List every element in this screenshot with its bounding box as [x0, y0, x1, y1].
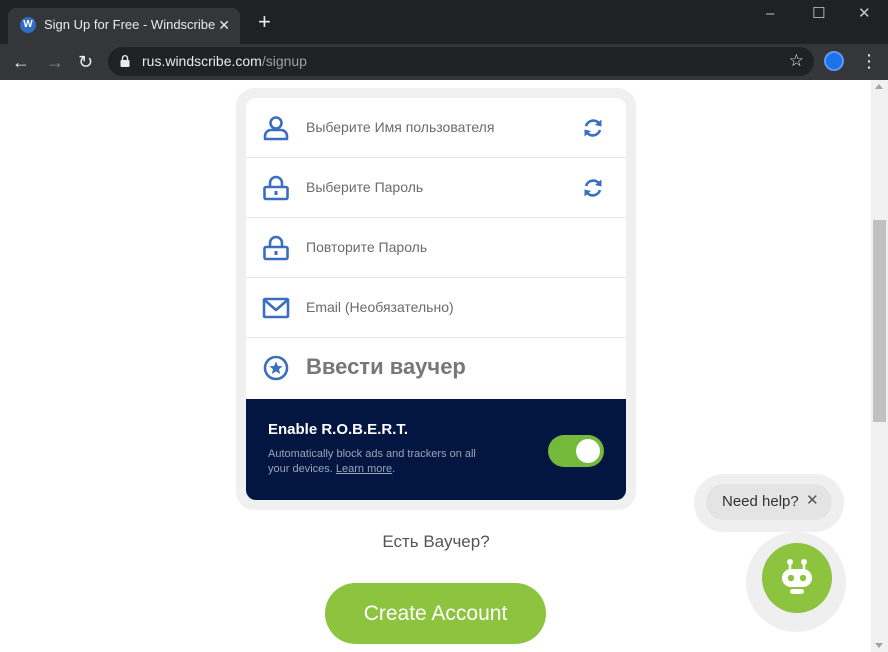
email-placeholder: Email (Необязательно): [306, 299, 454, 315]
browser-toolbar: ← → ↻ rus.windscribe.com/signup ☆ ⋮: [0, 44, 888, 80]
tab-close-icon[interactable]: ✕: [218, 17, 230, 33]
lock-icon: [263, 235, 289, 261]
address-bar[interactable]: rus.windscribe.com/signup ☆: [108, 47, 814, 76]
help-bubble[interactable]: Need help? ✕: [706, 484, 832, 520]
close-window-button[interactable]: ✕: [858, 4, 871, 24]
lock-icon: [263, 175, 289, 201]
create-account-button[interactable]: Create Account: [325, 583, 546, 644]
forward-button[interactable]: →: [46, 50, 64, 74]
robert-toggle[interactable]: [548, 435, 604, 467]
page-scrollbar[interactable]: [871, 80, 888, 652]
bookmark-star-icon[interactable]: ☆: [789, 51, 804, 71]
scroll-up-arrow-icon[interactable]: [875, 84, 883, 89]
browser-menu-icon[interactable]: ⋮: [860, 50, 878, 72]
robert-title: Enable R.O.B.E.R.T.: [268, 421, 409, 438]
padlock-icon: [120, 55, 130, 67]
help-text: Need help?: [722, 493, 799, 510]
url-host: rus.windscribe.com: [142, 53, 262, 69]
scroll-down-arrow-icon[interactable]: [875, 643, 883, 648]
chat-bot-button[interactable]: [762, 543, 832, 613]
help-close-icon[interactable]: ✕: [806, 492, 819, 510]
scrollbar-thumb[interactable]: [873, 220, 886, 422]
windscribe-favicon-icon: W: [20, 17, 36, 33]
maximize-button[interactable]: ☐: [812, 4, 825, 24]
password-field[interactable]: Выберите Пароль: [246, 158, 626, 218]
voucher-field[interactable]: Ввести ваучер: [246, 338, 626, 398]
repeat-password-field[interactable]: Повторите Пароль: [246, 218, 626, 278]
learn-more-link[interactable]: Learn more: [336, 463, 392, 475]
extension-icon[interactable]: [824, 51, 844, 71]
star-circle-icon: [263, 355, 289, 381]
new-tab-button[interactable]: +: [258, 10, 271, 34]
url-path: /signup: [261, 53, 307, 69]
url-text: rus.windscribe.com/signup: [142, 53, 307, 69]
username-placeholder: Выберите Имя пользователя: [306, 119, 495, 135]
robert-description-period: .: [392, 463, 396, 475]
minimize-button[interactable]: –: [766, 4, 774, 24]
user-icon: [263, 116, 289, 141]
username-field[interactable]: Выберите Имя пользователя: [246, 98, 626, 158]
robert-panel: Enable R.O.B.E.R.T. Automatically block …: [246, 399, 626, 500]
robert-description: Automatically block ads and trackers on …: [268, 447, 488, 477]
robot-icon: [782, 559, 812, 594]
repeat-password-placeholder: Повторите Пароль: [306, 239, 428, 255]
toggle-knob: [576, 439, 600, 463]
back-button[interactable]: ←: [12, 50, 30, 74]
have-voucher-link[interactable]: Есть Ваучер?: [336, 532, 536, 552]
password-placeholder: Выберите Пароль: [306, 179, 424, 195]
email-field[interactable]: Email (Необязательно): [246, 278, 626, 338]
refresh-icon[interactable]: [582, 117, 604, 139]
mail-icon: [262, 297, 290, 319]
reload-button[interactable]: ↻: [78, 50, 93, 74]
signup-form: Выберите Имя пользователя Выберите Парол…: [246, 98, 626, 500]
voucher-placeholder: Ввести ваучер: [306, 354, 466, 379]
refresh-icon[interactable]: [582, 177, 604, 199]
browser-tab[interactable]: W Sign Up for Free - Windscribe ✕: [8, 8, 240, 44]
browser-titlebar: W Sign Up for Free - Windscribe ✕ + – ☐ …: [0, 0, 888, 44]
tab-title: Sign Up for Free - Windscribe: [44, 17, 216, 32]
